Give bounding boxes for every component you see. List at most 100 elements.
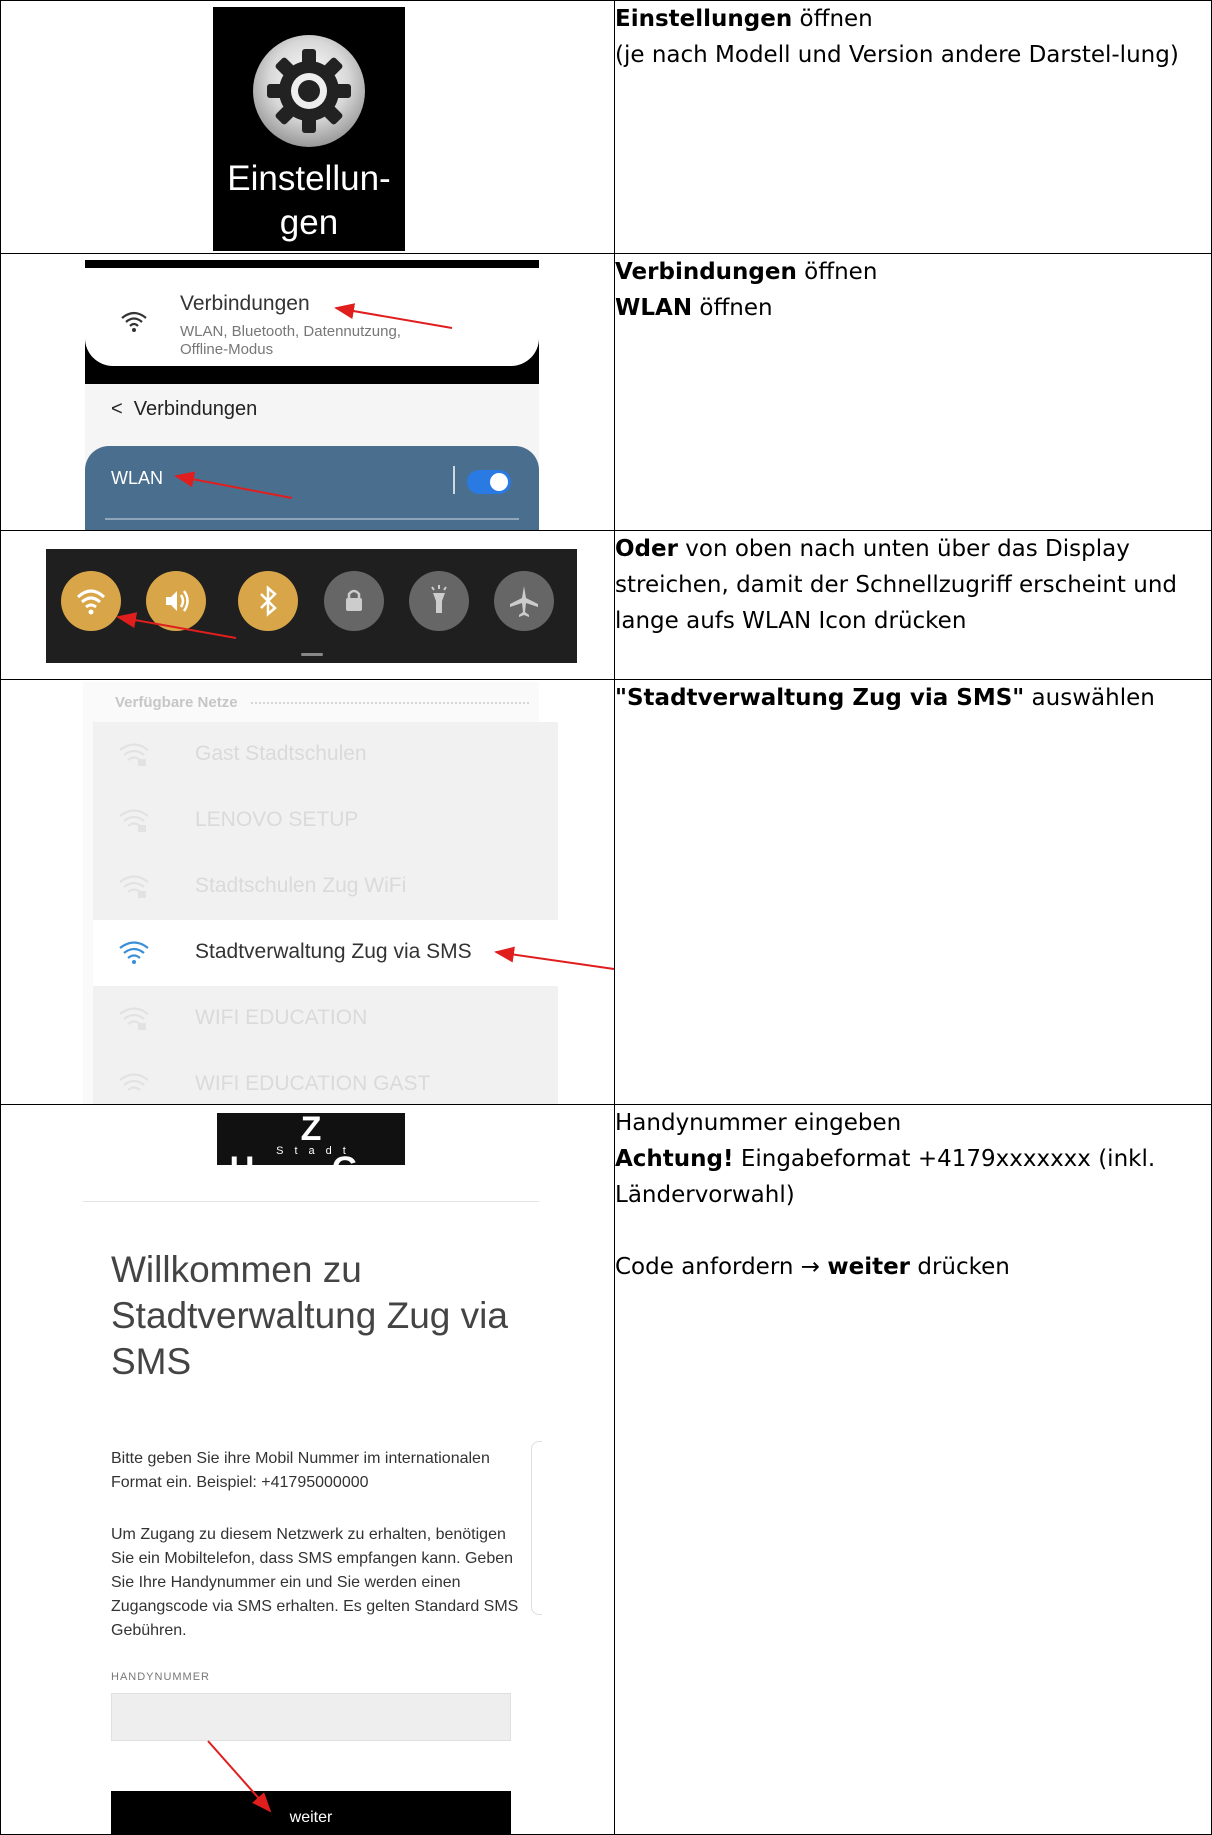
instruction-page: Einstellun- gen Einstellungen öffnen (je… [0, 0, 1212, 1835]
flashlight-icon [431, 585, 447, 613]
connections-subtitle: WLAN, Bluetooth, Datennutzung, Offline-M… [180, 323, 401, 358]
wifi-lock-icon [119, 875, 149, 898]
quick-airplane-button[interactable] [494, 571, 554, 631]
instruction-line: Achtung! Eingabeformat +4179xxxxxxx (ink… [615, 1141, 1211, 1213]
instruction-text: drücken [910, 1254, 1010, 1280]
quick-lock-button[interactable] [324, 571, 384, 631]
connections-menu: Verbindungen WLAN, Bluetooth, Datennutzu… [85, 260, 539, 384]
divider [105, 518, 519, 520]
step-instruction: Verbindungen öffnen WLAN öffnen [614, 253, 1212, 531]
step-screenshot [0, 530, 615, 680]
divider [453, 466, 455, 494]
wlan-toggle[interactable] [467, 470, 511, 494]
settings-app-label: Einstellun- gen [213, 157, 405, 245]
instruction-line: Handynummer eingeben [615, 1110, 902, 1136]
instruction-line: Verbindungen öffnen [616, 255, 1211, 291]
step-row-networks: Verfügbare Netze Gast Stadtschulen LENOV… [0, 679, 1212, 1105]
lock-icon [346, 589, 362, 611]
step-screenshot: Einstellun- gen [0, 0, 615, 254]
instruction-line: Code anfordern → weiter drücken [615, 1249, 1211, 1285]
network-item-selected[interactable]: Stadtverwaltung Zug via SMS [93, 920, 558, 986]
step-instruction: "Stadtverwaltung Zug via SMS" auswählen [614, 679, 1212, 1105]
wifi-icon [119, 941, 149, 964]
instruction-text: öffnen [792, 6, 873, 32]
back-title: Verbindungen [133, 398, 258, 420]
instruction-bold: weiter [827, 1254, 911, 1280]
instruction-bold: Oder [615, 536, 678, 562]
connections-title: Verbindungen [180, 292, 310, 315]
volume-icon [166, 590, 189, 612]
wlan-setting-row[interactable]: WLAN [85, 446, 539, 530]
instruction-text: auswählen [1024, 685, 1155, 711]
network-item[interactable]: WIFI EDUCATION [93, 986, 558, 1052]
divider [83, 1201, 539, 1202]
instruction-text: öffnen [796, 259, 878, 285]
step-screenshot: Verbindungen WLAN, Bluetooth, Datennutzu… [0, 253, 615, 531]
instruction-bold: Achtung! [615, 1146, 734, 1172]
step-instruction: Oder von oben nach unten über das Displa… [614, 530, 1212, 680]
instruction-bold: Einstellungen [615, 6, 793, 32]
network-list: Verfügbare Netze Gast Stadtschulen LENOV… [83, 682, 558, 1104]
quick-sound-button[interactable] [146, 571, 206, 631]
instruction-line: Oder von oben nach unten über das Displa… [615, 532, 1211, 640]
phone-input[interactable] [111, 1693, 511, 1741]
settings-label-line2: gen [279, 203, 339, 242]
step-row-quick-settings: Oder von oben nach unten über das Displa… [0, 530, 1212, 680]
network-name: Stadtverwaltung Zug via SMS [195, 940, 472, 963]
instructions-paragraph: Bitte geben Sie ihre Mobil Nummer im int… [111, 1450, 490, 1491]
quick-settings-panel [46, 549, 577, 663]
divider [251, 694, 529, 704]
wifi-lock-icon [119, 1007, 149, 1030]
instruction-line: WLAN öffnen [615, 290, 1211, 326]
instruction-text: öffnen [692, 295, 773, 321]
network-name: WIFI EDUCATION [195, 1006, 368, 1029]
chevron-left-icon: < [111, 398, 134, 420]
continue-button[interactable]: weiter [111, 1791, 511, 1834]
network-name: Gast Stadtschulen [195, 742, 367, 765]
network-name: WIFI EDUCATION GAST [195, 1072, 431, 1095]
step-row-portal: Z U G Stadt Willkommen zu Stadtverwaltun… [0, 1104, 1212, 1835]
network-item[interactable]: Gast Stadtschulen [93, 722, 558, 788]
bluetooth-icon [260, 585, 277, 617]
instruction-text: Code anfordern → [615, 1254, 828, 1280]
settings-app-tile: Einstellun- gen [213, 7, 405, 251]
network-item[interactable]: WIFI EDUCATION GAST [93, 1052, 558, 1104]
back-header[interactable]: < Verbindungen [111, 398, 257, 421]
quick-wifi-button[interactable] [61, 571, 121, 631]
network-name: Stadtschulen Zug WiFi [195, 874, 407, 897]
airplane-icon [510, 586, 538, 617]
step-row-connections: Verbindungen WLAN, Bluetooth, Datennutzu… [0, 253, 1212, 531]
instruction-line: (je nach Modell und Version andere Darst… [615, 42, 1179, 68]
zug-logo: Z U G Stadt [217, 1110, 405, 1188]
network-name: LENOVO SETUP [195, 808, 359, 831]
network-item[interactable]: LENOVO SETUP [93, 788, 558, 854]
wifi-lock-icon [119, 809, 149, 832]
instruction-bold: "Stadtverwaltung Zug via SMS" [615, 685, 1025, 711]
instruction-line: Einstellungen öffnen [615, 2, 1211, 38]
connections-item[interactable]: Verbindungen WLAN, Bluetooth, Datennutzu… [85, 268, 539, 366]
connections-screen: < Verbindungen WLAN [85, 384, 539, 530]
network-list-header: Verfügbare Netze [115, 694, 238, 711]
instruction-line: "Stadtverwaltung Zug via SMS" auswählen [615, 681, 1211, 717]
instruction-bold: WLAN [615, 295, 693, 321]
drag-handle[interactable] [301, 653, 323, 656]
wifi-icon [119, 1073, 149, 1091]
instruction-text: von oben nach unten über das Display str… [615, 536, 1178, 634]
gear-icon [253, 35, 365, 147]
quick-flashlight-button[interactable] [409, 571, 469, 631]
scroll-edge [531, 1441, 542, 1615]
wifi-icon [121, 311, 147, 332]
step-instruction: Handynummer eingeben Achtung! Eingabefor… [614, 1104, 1212, 1835]
quick-bluetooth-button[interactable] [238, 571, 298, 631]
settings-label-line1: Einstellun- [227, 159, 391, 198]
wifi-icon [76, 589, 106, 615]
wifi-lock-icon [119, 743, 149, 766]
network-item[interactable]: Stadtschulen Zug WiFi [93, 854, 558, 920]
wlan-label: WLAN [111, 468, 164, 488]
step-screenshot: Verfügbare Netze Gast Stadtschulen LENOV… [0, 679, 615, 1105]
phone-field-label: HANDYNUMMER [111, 1671, 210, 1683]
captive-portal: Z U G Stadt Willkommen zu Stadtverwaltun… [83, 1105, 542, 1834]
logo-subtext: Stadt [276, 1145, 357, 1157]
step-row-settings: Einstellun- gen Einstellungen öffnen (je… [0, 0, 1212, 254]
